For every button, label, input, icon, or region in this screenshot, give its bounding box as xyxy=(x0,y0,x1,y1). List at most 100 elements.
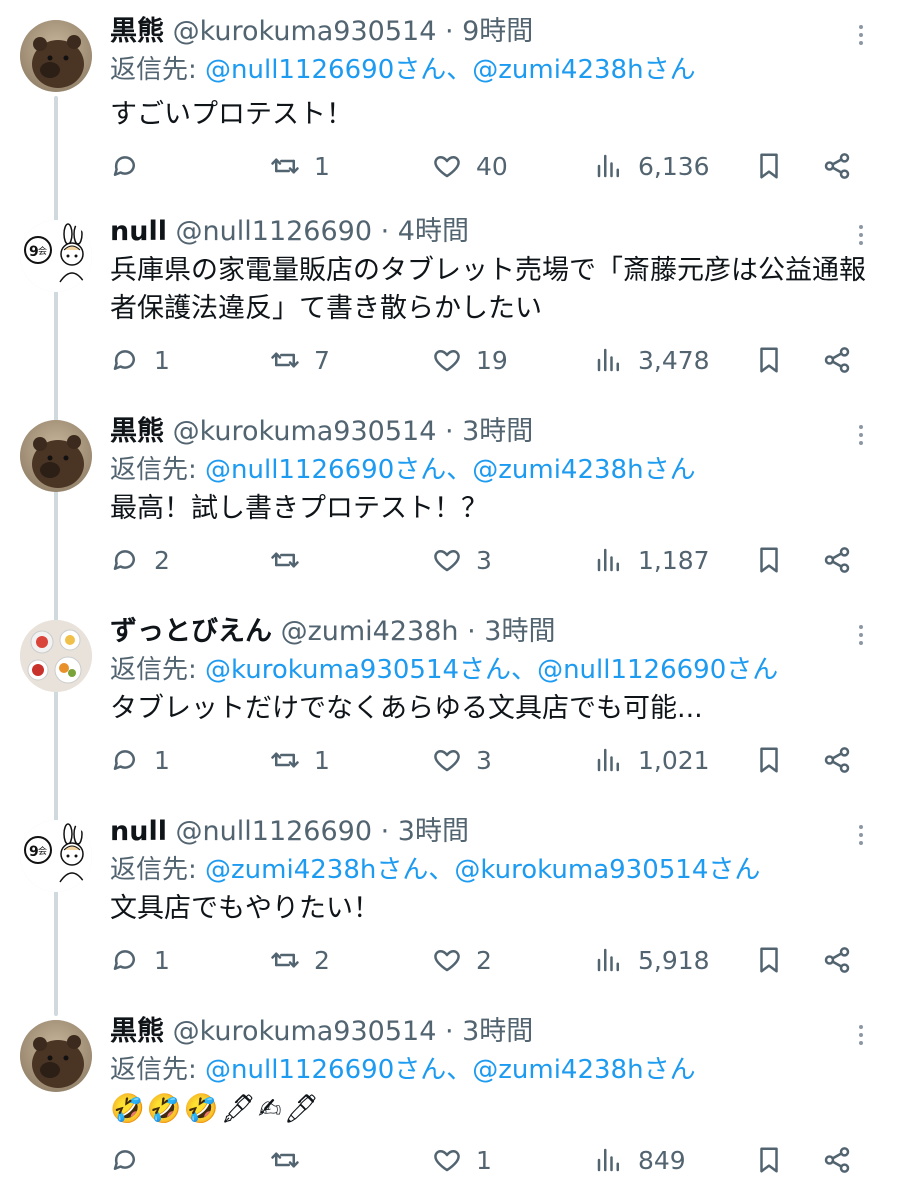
author-name[interactable]: 黒熊 xyxy=(110,16,164,47)
reply-button[interactable] xyxy=(110,146,154,186)
retweet-button[interactable]: 1 xyxy=(270,740,330,780)
tweet-timestamp[interactable]: 3時間 xyxy=(484,616,555,647)
views-button[interactable]: 3,478 xyxy=(594,340,710,380)
like-count: 19 xyxy=(476,345,508,375)
reply-to-label: 返信先: xyxy=(110,55,206,85)
share-button[interactable] xyxy=(822,540,852,580)
like-button[interactable]: 40 xyxy=(432,146,508,186)
retweet-button[interactable]: 7 xyxy=(270,340,330,380)
share-button[interactable] xyxy=(822,146,852,186)
like-button[interactable]: 3 xyxy=(432,740,492,780)
share-button[interactable] xyxy=(822,740,852,780)
more-options-icon[interactable] xyxy=(853,820,869,850)
reply-to-line: 返信先: @kurokuma930514さん、@null1126690さん xyxy=(110,652,877,688)
more-options-icon[interactable] xyxy=(853,220,869,250)
more-options-icon[interactable] xyxy=(853,620,869,650)
author-handle[interactable]: @null1126690 xyxy=(176,216,372,247)
drawing-avatar[interactable]: 9会 xyxy=(20,820,92,892)
views-button[interactable]: 5,918 xyxy=(594,940,710,980)
food-avatar[interactable] xyxy=(20,620,92,692)
views-count: 3,478 xyxy=(638,345,710,375)
tweet-text: 🤣🤣🤣🖋✍🖊 xyxy=(110,1092,322,1125)
share-button[interactable] xyxy=(822,1140,852,1180)
author-handle[interactable]: @null1126690 xyxy=(176,816,372,847)
reply-to-label: 返信先: xyxy=(110,655,206,685)
retweet-button[interactable] xyxy=(270,540,314,580)
reply-to-mention[interactable]: @null1126690さん xyxy=(537,655,778,685)
like-count: 3 xyxy=(476,545,492,575)
author-name[interactable]: null xyxy=(110,816,167,847)
like-count: 2 xyxy=(476,945,492,975)
bear-avatar[interactable] xyxy=(20,420,92,492)
share-icon xyxy=(822,545,852,575)
views-button[interactable]: 6,136 xyxy=(594,146,710,186)
bookmark-button[interactable] xyxy=(754,740,784,780)
bookmark-icon xyxy=(754,151,784,181)
bookmark-button[interactable] xyxy=(754,1140,784,1180)
bookmark-button[interactable] xyxy=(754,540,784,580)
like-button[interactable]: 1 xyxy=(432,1140,492,1180)
reply-to-joiner: 、 xyxy=(511,655,538,685)
reply-to-mention[interactable]: @zumi4238hさん xyxy=(205,855,428,885)
heart-icon xyxy=(432,151,462,181)
tweet-timestamp[interactable]: 3時間 xyxy=(462,1016,533,1047)
bookmark-button[interactable] xyxy=(754,340,784,380)
reply-to-mention[interactable]: @zumi4238hさん xyxy=(472,1055,695,1085)
reply-to-mention[interactable]: @zumi4238hさん xyxy=(472,455,695,485)
share-icon xyxy=(822,345,852,375)
reply-to-mention[interactable]: @kurokuma930514さん xyxy=(205,655,511,685)
more-options-icon[interactable] xyxy=(853,1020,869,1050)
views-button[interactable]: 1,021 xyxy=(594,740,710,780)
more-options-icon[interactable] xyxy=(853,420,869,450)
like-button[interactable]: 2 xyxy=(432,940,492,980)
retweet-icon xyxy=(270,545,300,575)
reply-to-mention[interactable]: @null1126690さん xyxy=(205,455,446,485)
reply-button[interactable]: 2 xyxy=(110,540,170,580)
reply-button[interactable]: 1 xyxy=(110,340,170,380)
reply-button[interactable]: 1 xyxy=(110,740,170,780)
like-count: 3 xyxy=(476,745,492,775)
tweet-header: ずっとびえん @zumi4238h · 3時間 xyxy=(110,614,837,650)
author-name[interactable]: 黒熊 xyxy=(110,416,164,447)
reply-to-mention[interactable]: @zumi4238hさん xyxy=(472,55,695,85)
reply-button[interactable] xyxy=(110,1140,154,1180)
tweet-text: 文具店でもやりたい！ xyxy=(110,893,380,924)
reply-count: 1 xyxy=(154,345,170,375)
more-options-icon[interactable] xyxy=(853,20,869,50)
like-button[interactable]: 19 xyxy=(432,340,508,380)
like-button[interactable]: 3 xyxy=(432,540,492,580)
tweet-timestamp[interactable]: 3時間 xyxy=(398,816,469,847)
meta-separator: · xyxy=(458,616,485,647)
views-button[interactable]: 1,187 xyxy=(594,540,710,580)
reply-to-label: 返信先: xyxy=(110,855,206,885)
bear-avatar[interactable] xyxy=(20,20,92,92)
views-button[interactable]: 849 xyxy=(594,1140,686,1180)
author-name[interactable]: null xyxy=(110,216,167,247)
views-count: 1,187 xyxy=(638,545,710,575)
share-button[interactable] xyxy=(822,340,852,380)
author-handle[interactable]: @kurokuma930514 xyxy=(173,1016,437,1047)
author-handle[interactable]: @zumi4238h xyxy=(281,616,459,647)
bear-avatar[interactable] xyxy=(20,1020,92,1092)
bookmark-button[interactable] xyxy=(754,146,784,186)
reply-to-mention[interactable]: @null1126690さん xyxy=(205,55,446,85)
tweet-timestamp[interactable]: 9時間 xyxy=(462,16,533,47)
reply-button[interactable]: 1 xyxy=(110,940,170,980)
retweet-button[interactable]: 1 xyxy=(270,146,330,186)
tweet-timestamp[interactable]: 4時間 xyxy=(398,216,469,247)
bookmark-button[interactable] xyxy=(754,940,784,980)
author-name[interactable]: ずっとびえん xyxy=(110,616,272,647)
retweet-button[interactable] xyxy=(270,1140,314,1180)
reply-count: 1 xyxy=(154,945,170,975)
reply-to-mention[interactable]: @kurokuma930514さん xyxy=(454,855,760,885)
drawing-avatar[interactable]: 9会 xyxy=(20,220,92,292)
share-button[interactable] xyxy=(822,940,852,980)
meta-separator: · xyxy=(436,416,463,447)
retweet-button[interactable]: 2 xyxy=(270,940,330,980)
author-handle[interactable]: @kurokuma930514 xyxy=(173,16,437,47)
reply-to-mention[interactable]: @null1126690さん xyxy=(205,1055,446,1085)
tweet-timestamp[interactable]: 3時間 xyxy=(462,416,533,447)
views-count: 849 xyxy=(638,1145,686,1175)
author-handle[interactable]: @kurokuma930514 xyxy=(173,416,437,447)
author-name[interactable]: 黒熊 xyxy=(110,1016,164,1047)
